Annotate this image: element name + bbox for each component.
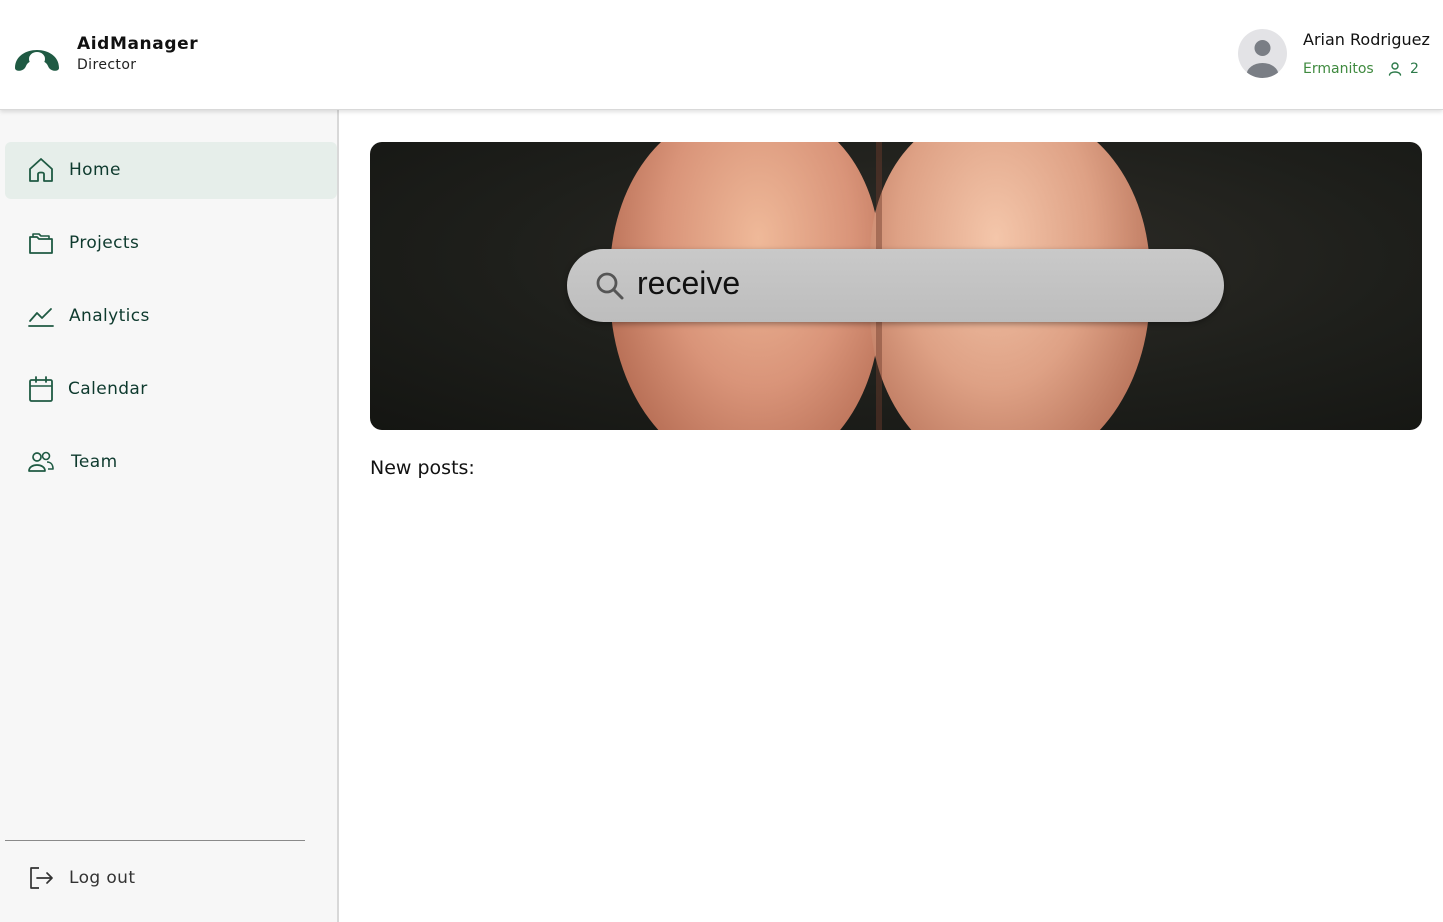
sidebar-item-label: Team <box>71 452 118 472</box>
brand-subtitle: Director <box>77 57 137 73</box>
hero-search-bar: receive <box>567 249 1224 322</box>
calendar-icon <box>29 376 53 402</box>
hero-search-text: receive <box>637 265 741 301</box>
search-icon <box>596 272 624 300</box>
sidebar-item-team[interactable]: Team <box>5 434 337 491</box>
top-header: AidManager Director Arian Rodriguez Erma… <box>0 0 1443 110</box>
sidebar-item-label: Projects <box>69 233 140 253</box>
logout-button[interactable]: Log out <box>5 850 337 907</box>
sidebar-item-calendar[interactable]: Calendar <box>5 361 337 418</box>
sidebar-item-label: Calendar <box>68 379 148 399</box>
user-avatar-icon[interactable] <box>1238 29 1287 78</box>
sidebar-item-label: Home <box>69 160 121 180</box>
folder-icon <box>29 233 53 254</box>
logout-label: Log out <box>69 868 136 888</box>
person-icon <box>1388 62 1402 76</box>
sidebar-item-home[interactable]: Home <box>5 142 337 199</box>
sidebar-divider <box>5 840 305 841</box>
hero-banner: receive <box>370 142 1422 430</box>
chart-line-icon <box>28 308 54 327</box>
home-icon <box>29 158 53 182</box>
user-name[interactable]: Arian Rodriguez <box>1303 30 1430 49</box>
logout-icon <box>30 867 53 889</box>
sidebar-item-projects[interactable]: Projects <box>5 215 337 272</box>
brand-title: AidManager <box>77 34 199 54</box>
sidebar-item-analytics[interactable]: Analytics <box>5 288 337 345</box>
team-icon <box>28 451 54 472</box>
user-organization: Ermanitos <box>1303 61 1374 77</box>
new-posts-title: New posts: <box>370 457 475 479</box>
sidebar-item-label: Analytics <box>69 306 150 326</box>
sidebar: Home Projects Analytics Calendar Team Lo… <box>0 110 339 922</box>
member-count: 2 <box>1410 61 1419 77</box>
aidmanager-logo-icon[interactable] <box>12 36 62 72</box>
